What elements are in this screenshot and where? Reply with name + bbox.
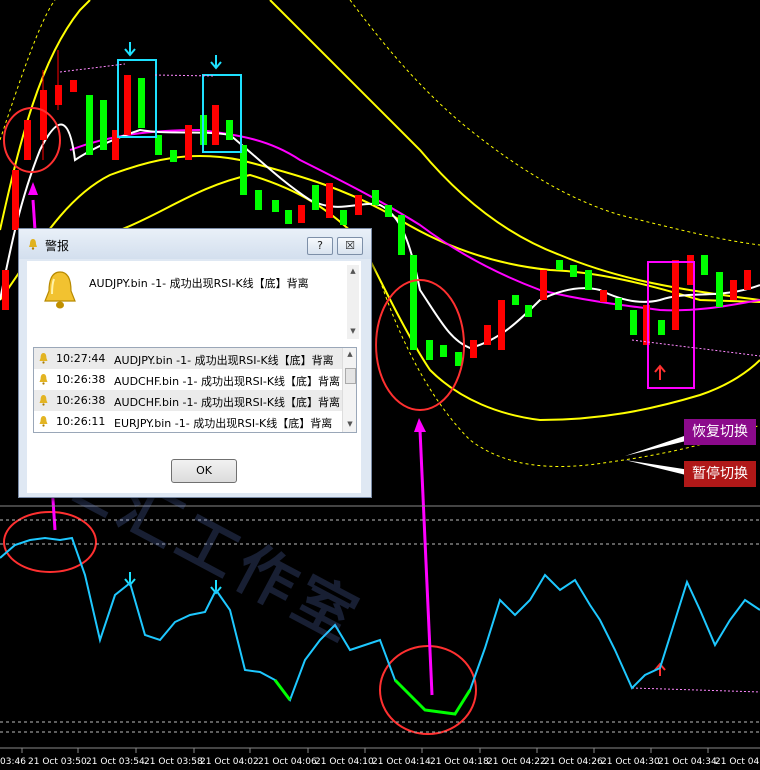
x-axis-label: 21 Oct 04:14 (372, 757, 431, 767)
dialog-titlebar[interactable]: 警报 ? ☒ (19, 229, 371, 259)
alert-history-list[interactable]: 10:27:44 AUDJPY.bin -1- 成功出现RSI-K线【底】背离 10… (33, 347, 357, 433)
list-item[interactable]: 10:26:38 AUDCHF.bin -1- 成功出现RSI-K线【底】背离 (34, 390, 342, 411)
alert-time: 10:26:11 (56, 415, 106, 428)
x-axis-label: 21 Oct 04:34 (658, 757, 717, 767)
x-axis-label: 21 Oct 04:22 (487, 757, 546, 767)
alert-message: AUDJPY.bin -1- 成功出现RSI-K线【底】背离 (89, 277, 309, 290)
alert-row-message: AUDCHF.bin -1- 成功出现RSI-K线【底】背离 (114, 375, 341, 388)
x-axis-label: 21 Oct 04:10 (315, 757, 374, 767)
dialog-content: AUDJPY.bin -1- 成功出现RSI-K线【底】背离 ▲ ▼ 10:27:… (27, 261, 361, 493)
x-axis-label: 21 Oct 04:18 (430, 757, 489, 767)
list-item[interactable]: 10:27:44 AUDJPY.bin -1- 成功出现RSI-K线【底】背离 (34, 348, 342, 369)
ok-button[interactable]: OK (171, 459, 237, 483)
alert-time: 10:27:44 (56, 352, 106, 365)
close-button[interactable]: ☒ (337, 237, 363, 255)
alert-time: 10:26:38 (56, 394, 106, 407)
bell-icon (39, 374, 48, 385)
message-scrollbar[interactable]: ▲ ▼ (347, 265, 359, 339)
dialog-title: 警报 (45, 239, 70, 253)
x-axis-label: 21 Oct 04:3 (715, 757, 760, 767)
alert-time: 10:26:38 (56, 373, 106, 386)
bell-icon (39, 353, 48, 364)
list-scrollbar[interactable]: ▲ ▼ (342, 348, 356, 432)
bell-icon (29, 239, 37, 250)
x-axis-label: 03:46 (0, 757, 26, 767)
pause-switch-button[interactable]: 暂停切换 (684, 461, 756, 487)
x-axis-label: 21 Oct 03:50 (28, 757, 87, 767)
bell-icon (39, 395, 48, 406)
alert-row-message: AUDJPY.bin -1- 成功出现RSI-K线【底】背离 (114, 354, 334, 367)
x-axis-label: 21 Oct 04:26 (544, 757, 603, 767)
alert-row-message: EURJPY.bin -1- 成功出现RSI-K线【底】背离 (114, 417, 333, 430)
x-axis-label: 21 Oct 03:58 (144, 757, 203, 767)
x-axis-label: 21 Oct 04:02 (200, 757, 259, 767)
alert-dialog: 警报 ? ☒ AUDJPY.bin -1- 成功出现RSI-K线【底】背离 ▲ ▼… (18, 228, 372, 498)
alert-row-message: AUDCHF.bin -1- 成功出现RSI-K线【底】背离 (114, 396, 341, 409)
list-item[interactable]: 10:25:29EURJPY.bin -1- 成功出现RSI-K线【底】背离 (34, 432, 342, 433)
x-axis-label: 21 Oct 03:54 (86, 757, 145, 767)
help-button[interactable]: ? (307, 237, 333, 255)
bell-icon (44, 271, 76, 309)
x-axis-label: 21 Oct 04:30 (601, 757, 660, 767)
x-axis-label: 21 Oct 04:06 (258, 757, 317, 767)
list-item[interactable]: 10:26:11 EURJPY.bin -1- 成功出现RSI-K线【底】背离 (34, 411, 342, 432)
resume-switch-button[interactable]: 恢复切换 (684, 419, 756, 445)
list-item[interactable]: 10:26:38 AUDCHF.bin -1- 成功出现RSI-K线【底】背离 (34, 369, 342, 390)
bell-icon (39, 416, 48, 427)
